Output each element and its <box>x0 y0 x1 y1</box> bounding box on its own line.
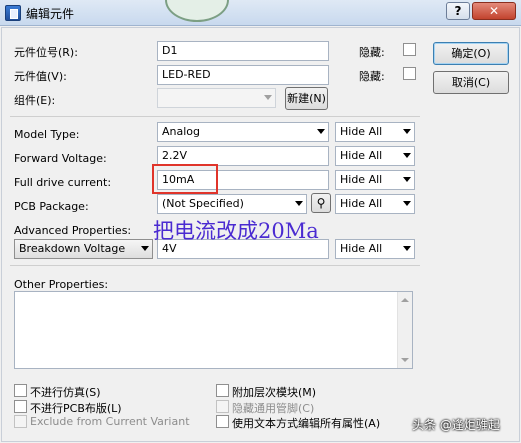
group-select[interactable] <box>157 88 276 108</box>
scroll-up-icon[interactable] <box>401 298 409 302</box>
no-pcb-label: 不进行PCB布版(L) <box>30 402 122 415</box>
ref-hidden-label: 隐藏: <box>359 46 385 59</box>
title-bar: 编辑元件 ? ✕ <box>0 0 521 26</box>
background-decoration <box>165 0 229 22</box>
chevron-down-icon <box>295 201 303 206</box>
other-properties-textarea[interactable] <box>14 291 413 369</box>
model-type-visibility-select[interactable]: Hide All <box>335 122 415 142</box>
visibility-value: Hide All <box>340 149 383 162</box>
no-pcb-checkbox[interactable] <box>14 400 27 413</box>
exclude-variant-checkbox[interactable] <box>14 415 27 428</box>
separator <box>10 265 420 266</box>
chevron-down-icon <box>141 246 149 251</box>
other-properties-label: Other Properties: <box>14 278 109 291</box>
pcb-package-select[interactable]: (Not Specified) <box>157 194 307 214</box>
chevron-down-icon <box>403 246 411 251</box>
chevron-down-icon <box>264 95 272 100</box>
advanced-properties-label: Advanced Properties: <box>14 224 132 237</box>
model-type-select[interactable]: Analog <box>157 122 329 142</box>
chevron-down-icon <box>317 129 325 134</box>
no-simulation-label: 不进行仿真(S) <box>30 386 101 399</box>
ref-label: 元件位号(R): <box>14 46 78 59</box>
text-edit-all-label: 使用文本方式编辑所有属性(A) <box>232 417 381 430</box>
ref-hidden-checkbox[interactable] <box>403 43 416 56</box>
advanced-property-select[interactable]: Breakdown Voltage <box>14 239 153 259</box>
ref-input[interactable]: D1 <box>157 41 329 61</box>
pcb-package-value: (Not Specified) <box>162 197 244 210</box>
pcb-package-label: PCB Package: <box>14 200 89 213</box>
chevron-down-icon <box>403 153 411 158</box>
full-drive-current-label: Full drive current: <box>14 176 112 189</box>
binoculars-icon[interactable]: ⚲ <box>311 193 331 213</box>
model-type-label: Model Type: <box>14 128 80 141</box>
chevron-down-icon <box>403 201 411 206</box>
help-button[interactable]: ? <box>446 2 470 20</box>
model-type-value: Analog <box>162 125 201 138</box>
attach-hierarchy-checkbox[interactable] <box>216 384 229 397</box>
cancel-button[interactable]: 取消(C) <box>433 71 509 94</box>
hide-common-pins-checkbox[interactable] <box>216 400 229 413</box>
visibility-value: Hide All <box>340 197 383 210</box>
attach-hierarchy-label: 附加层次模块(M) <box>232 386 317 399</box>
value-input[interactable]: LED-RED <box>157 65 329 85</box>
hide-common-pins-label: 隐藏通用管脚(C) <box>232 402 315 415</box>
forward-voltage-label: Forward Voltage: <box>14 152 107 165</box>
value-hidden-checkbox[interactable] <box>403 67 416 80</box>
visibility-value: Hide All <box>340 242 383 255</box>
forward-voltage-visibility-select[interactable]: Hide All <box>335 146 415 166</box>
exclude-variant-label: Exclude from Current Variant <box>30 415 190 428</box>
advanced-property-value: Breakdown Voltage <box>19 242 126 255</box>
full-drive-current-visibility-select[interactable]: Hide All <box>335 170 415 190</box>
watermark: 头条 @逢炬骓起 <box>412 418 500 432</box>
chevron-down-icon <box>403 129 411 134</box>
forward-voltage-input[interactable]: 2.2V <box>157 146 329 166</box>
visibility-value: Hide All <box>340 125 383 138</box>
advanced-visibility-select[interactable]: Hide All <box>335 239 415 259</box>
vertical-scrollbar[interactable] <box>397 292 412 368</box>
scroll-down-icon[interactable] <box>401 358 409 362</box>
no-simulation-checkbox[interactable] <box>14 384 27 397</box>
app-icon <box>5 5 21 21</box>
chevron-down-icon <box>403 177 411 182</box>
group-label: 组件(E): <box>14 94 56 107</box>
ok-button[interactable]: 确定(O) <box>433 42 509 65</box>
close-button[interactable]: ✕ <box>472 2 516 20</box>
text-edit-all-checkbox[interactable] <box>216 415 229 428</box>
window-title: 编辑元件 <box>26 7 75 21</box>
separator <box>10 116 420 117</box>
full-drive-current-input[interactable]: 10mA <box>157 170 329 190</box>
pcb-package-visibility-select[interactable]: Hide All <box>335 194 415 214</box>
annotation-text: 把电流改成20Ma <box>153 219 319 243</box>
value-hidden-label: 隐藏: <box>359 70 385 83</box>
new-group-button[interactable]: 新建(N) <box>285 87 328 110</box>
value-label: 元件值(V): <box>14 70 67 83</box>
visibility-value: Hide All <box>340 173 383 186</box>
